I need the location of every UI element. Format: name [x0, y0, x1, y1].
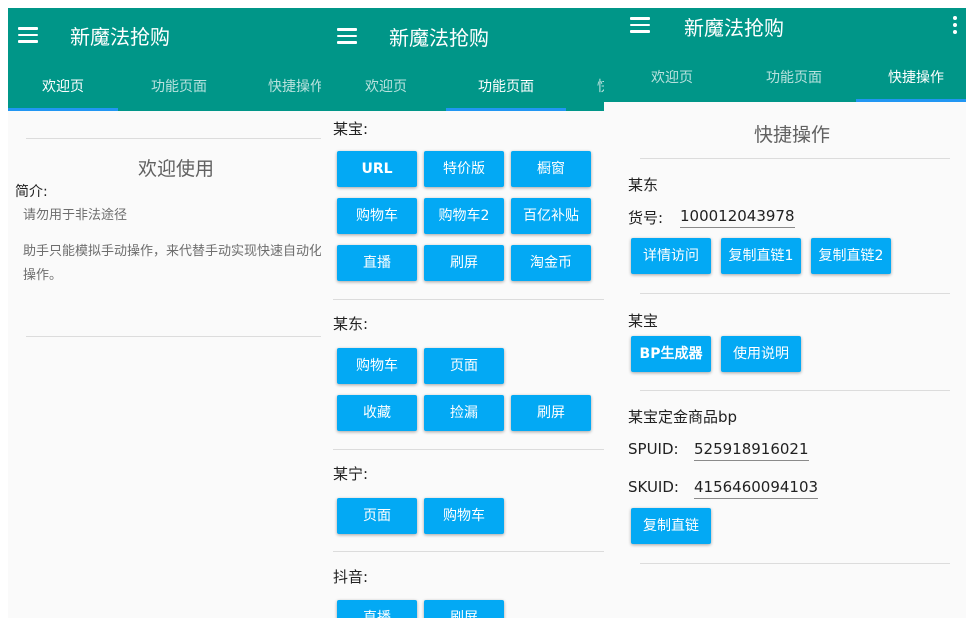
section-label-jd: 某东: [333, 315, 369, 333]
app-title: 新魔法抢购 [684, 16, 784, 40]
tab-indicator [8, 108, 118, 111]
tab-welcome[interactable]: 欢迎页 [8, 63, 118, 111]
copy-link-button[interactable]: 复制直链 [631, 508, 711, 544]
divider [640, 293, 950, 294]
tab-indicator [446, 108, 566, 111]
section-label-tb: 某宝: [333, 120, 369, 138]
tab-bar: 欢迎页 功能页面 快捷操作 [604, 54, 966, 102]
description-text: 助手只能模拟手动操作，来代替手动实现快速自动化操作。 [23, 244, 321, 283]
shortcuts-heading: 快捷操作 [754, 124, 831, 146]
welcome-heading: 欢迎使用 [138, 158, 215, 180]
jd-pick-button[interactable]: 捡漏 [424, 395, 504, 431]
section-label-sn: 某宁: [333, 465, 369, 483]
divider [640, 563, 950, 564]
tab-bar: 欢迎页 功能页面 快捷操作 [8, 63, 321, 111]
screenshot-canvas: 新魔法抢购 欢迎页 功能页面 快捷操作 欢迎使用 简介: 请勿用于非法途径 助手… [0, 0, 975, 626]
notice-text: 请勿用于非法途径 [23, 208, 128, 223]
jd-label: 某东 [628, 176, 659, 194]
intro-label: 简介: [15, 184, 48, 200]
detail-visit-button[interactable]: 详情访问 [631, 238, 711, 274]
instructions-button[interactable]: 使用说明 [721, 336, 801, 372]
divider [26, 138, 321, 139]
app-title: 新魔法抢购 [389, 26, 489, 50]
sn-cart-button[interactable]: 购物车 [424, 498, 504, 534]
divider [333, 449, 604, 450]
sn-page-button[interactable]: 页面 [337, 498, 417, 534]
panel-functions: 新魔法抢购 欢迎页 功能页面 快 某宝: URL 特价版 橱窗 购物车 购物车2… [321, 8, 604, 618]
jd-favorite-button[interactable]: 收藏 [337, 395, 417, 431]
showcase-button[interactable]: 橱窗 [511, 151, 591, 187]
cart2-button[interactable]: 购物车2 [424, 198, 504, 234]
divider [333, 551, 604, 552]
menu-icon[interactable] [18, 27, 38, 43]
copy-link1-button[interactable]: 复制直链1 [721, 238, 801, 274]
divider [333, 299, 604, 300]
tab-indicator [856, 99, 966, 102]
tab-functions[interactable]: 功能页面 [734, 54, 854, 102]
more-options-icon[interactable] [953, 16, 957, 34]
douyin-live-button[interactable]: 直播 [337, 600, 417, 618]
sku-input[interactable]: 100012043978 [680, 207, 795, 228]
jd-refresh-button[interactable]: 刷屏 [511, 395, 591, 431]
tb-label: 某宝 [628, 312, 659, 330]
divider [640, 158, 950, 159]
panel-shortcuts: 新魔法抢购 欢迎页 功能页面 快捷操作 快捷操作 某东 货号: 10001204… [604, 8, 966, 618]
tab-welcome[interactable]: 欢迎页 [612, 54, 732, 102]
divider [640, 390, 950, 391]
cart-button[interactable]: 购物车 [337, 198, 417, 234]
jd-cart-button[interactable]: 购物车 [337, 348, 417, 384]
tab-functions[interactable]: 功能页面 [118, 63, 240, 111]
copy-link2-button[interactable]: 复制直链2 [811, 238, 891, 274]
subsidy-button[interactable]: 百亿补贴 [511, 198, 591, 234]
special-edition-button[interactable]: 特价版 [424, 151, 504, 187]
bp-generator-button[interactable]: BP生成器 [631, 336, 711, 372]
tab-functions[interactable]: 功能页面 [441, 63, 571, 111]
section-label-douyin: 抖音: [333, 568, 369, 586]
panel-welcome: 新魔法抢购 欢迎页 功能页面 快捷操作 欢迎使用 简介: 请勿用于非法途径 助手… [8, 8, 321, 618]
tab-bar: 欢迎页 功能页面 快 [321, 63, 604, 111]
tab-shortcuts[interactable]: 快捷操作 [856, 54, 966, 102]
screenshot-frame: 新魔法抢购 欢迎页 功能页面 快捷操作 欢迎使用 简介: 请勿用于非法途径 助手… [8, 8, 966, 618]
skuid-label: SKUID: [628, 478, 679, 496]
app-bar: 新魔法抢购 欢迎页 功能页面 快捷操作 [8, 8, 321, 111]
url-button[interactable]: URL [337, 151, 417, 187]
douyin-refresh-button[interactable]: 刷屏 [424, 600, 504, 618]
tab-shortcuts[interactable]: 快捷操作 [268, 63, 321, 111]
divider [26, 336, 321, 337]
menu-icon[interactable] [337, 28, 357, 44]
jd-page-button[interactable]: 页面 [424, 348, 504, 384]
skuid-input[interactable]: 4156460094103 [694, 478, 819, 499]
menu-icon[interactable] [630, 17, 650, 33]
gold-coin-button[interactable]: 淘金币 [511, 245, 591, 281]
sku-label: 货号: [628, 209, 664, 227]
app-bar: 新魔法抢购 欢迎页 功能页面 快 [321, 8, 604, 111]
deposit-label: 某宝定金商品bp [628, 408, 738, 426]
tab-welcome[interactable]: 欢迎页 [321, 63, 451, 111]
live-button[interactable]: 直播 [337, 245, 417, 281]
app-bar: 新魔法抢购 欢迎页 功能页面 快捷操作 [604, 8, 966, 102]
spuid-input[interactable]: 525918916021 [694, 440, 809, 461]
app-title: 新魔法抢购 [70, 25, 170, 49]
refresh-button[interactable]: 刷屏 [424, 245, 504, 281]
spuid-label: SPUID: [628, 440, 679, 458]
tab-shortcuts[interactable]: 快 [597, 63, 604, 111]
